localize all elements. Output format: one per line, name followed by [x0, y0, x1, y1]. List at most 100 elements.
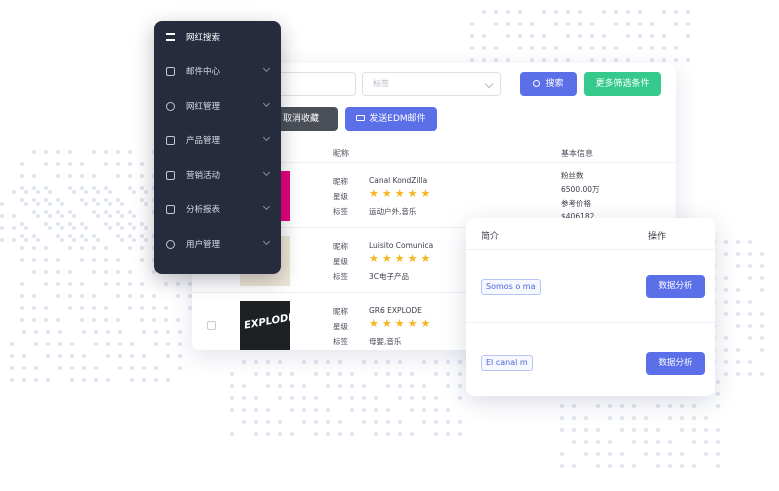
map-dot: [32, 174, 36, 178]
map-dot: [242, 408, 246, 412]
nickname-value[interactable]: GR6 EXPLODE: [369, 306, 422, 315]
map-dot: [590, 58, 594, 62]
map-dot: [12, 226, 16, 230]
map-dot: [620, 452, 624, 456]
menu-item-analytics-reports[interactable]: 分析报表: [154, 193, 281, 227]
menu-item-product-management[interactable]: 产品管理: [154, 124, 281, 158]
map-dot: [662, 58, 666, 62]
map-dot: [242, 384, 246, 388]
map-dot: [140, 222, 144, 226]
map-dot: [70, 354, 74, 358]
map-dot: [20, 258, 24, 262]
map-dot: [106, 342, 110, 346]
map-dot: [644, 416, 648, 420]
map-dot: [302, 420, 306, 424]
map-dot: [662, 46, 666, 50]
map-dot: [596, 404, 600, 408]
map-dot: [704, 452, 708, 456]
map-dot: [668, 404, 672, 408]
keyword-input[interactable]: [270, 72, 356, 96]
map-dot: [748, 300, 752, 304]
map-dot: [68, 150, 72, 154]
map-dot: [254, 396, 258, 400]
map-dot: [314, 408, 318, 412]
map-dot: [350, 372, 354, 376]
map-dot: [32, 318, 36, 322]
map-dot: [650, 58, 654, 62]
map-dot: [578, 22, 582, 26]
menu-item-mail-center[interactable]: 邮件中心: [154, 55, 281, 89]
map-dot: [44, 306, 48, 310]
intro-tag: Somos o ma: [481, 279, 541, 295]
map-dot: [554, 22, 558, 26]
map-dot: [20, 222, 24, 226]
map-dot: [680, 404, 684, 408]
map-dot: [92, 186, 96, 190]
menu-item-label: 网红搜索: [186, 33, 221, 43]
map-dot: [518, 46, 522, 50]
map-dot: [626, 10, 630, 14]
map-dot: [68, 162, 72, 166]
map-dot: [338, 432, 342, 436]
column-intro: 简介: [481, 232, 500, 242]
map-dot: [132, 238, 136, 242]
rating-stars: ★★★★★: [369, 187, 434, 200]
tag-select[interactable]: 标签: [362, 72, 501, 96]
map-dot: [760, 336, 764, 340]
map-dot: [56, 318, 60, 322]
column-action: 操作: [648, 232, 667, 242]
map-dot: [656, 464, 660, 468]
map-dot: [446, 432, 450, 436]
map-dot: [130, 378, 134, 382]
intro-tag: El canal m: [481, 355, 533, 371]
chevron-down-icon: [484, 79, 494, 89]
data-analysis-button[interactable]: 数据分析: [646, 275, 705, 298]
map-dot: [590, 46, 594, 50]
map-dot: [118, 330, 122, 334]
send-edm-button[interactable]: 发送EDM邮件: [345, 107, 437, 131]
map-dot: [20, 282, 24, 286]
map-dot: [736, 240, 740, 244]
map-dot: [32, 258, 36, 262]
map-dot: [44, 246, 48, 250]
map-dot: [116, 234, 120, 238]
column-basic-info: 基本信息: [561, 149, 593, 158]
data-analysis-button[interactable]: 数据分析: [646, 352, 705, 375]
map-dot: [94, 342, 98, 346]
map-dot: [116, 282, 120, 286]
map-dot: [10, 378, 14, 382]
search-button[interactable]: 搜索: [520, 72, 577, 96]
map-dot: [164, 306, 168, 310]
map-dot: [704, 428, 708, 432]
menu-item-user-management[interactable]: 用户管理: [154, 228, 281, 262]
map-dot: [20, 306, 24, 310]
map-dot: [680, 452, 684, 456]
map-dot: [724, 288, 728, 292]
more-filters-button[interactable]: 更多筛选条件: [584, 72, 661, 96]
map-dot: [80, 318, 84, 322]
more-filters-label: 更多筛选条件: [595, 79, 650, 89]
map-dot: [108, 226, 112, 230]
map-dot: [704, 416, 708, 420]
map-dot: [12, 214, 16, 218]
map-dot: [82, 378, 86, 382]
menu-item-marketing-campaigns[interactable]: 营销活动: [154, 159, 281, 193]
map-dot: [22, 366, 26, 370]
map-dot: [656, 428, 660, 432]
nickname-value[interactable]: Canal KondZilla: [369, 176, 427, 185]
menu-item-influencer-search[interactable]: 网红搜索: [154, 21, 281, 55]
menu-item-influencer-management[interactable]: 网红管理: [154, 90, 281, 124]
map-dot: [338, 420, 342, 424]
row-checkbox[interactable]: [207, 321, 216, 330]
map-dot: [178, 366, 182, 370]
map-dot: [760, 312, 764, 316]
map-dot: [32, 150, 36, 154]
map-dot: [650, 46, 654, 50]
map-dot: [338, 360, 342, 364]
nickname-value[interactable]: Luisito Comunica: [369, 241, 433, 250]
map-dot: [326, 360, 330, 364]
map-dot: [254, 432, 258, 436]
side-menu: 网红搜索 邮件中心 网红管理 产品管理 营销活动 分析报表 用户管理: [154, 21, 281, 274]
map-dot: [596, 464, 600, 468]
map-dot: [266, 360, 270, 364]
